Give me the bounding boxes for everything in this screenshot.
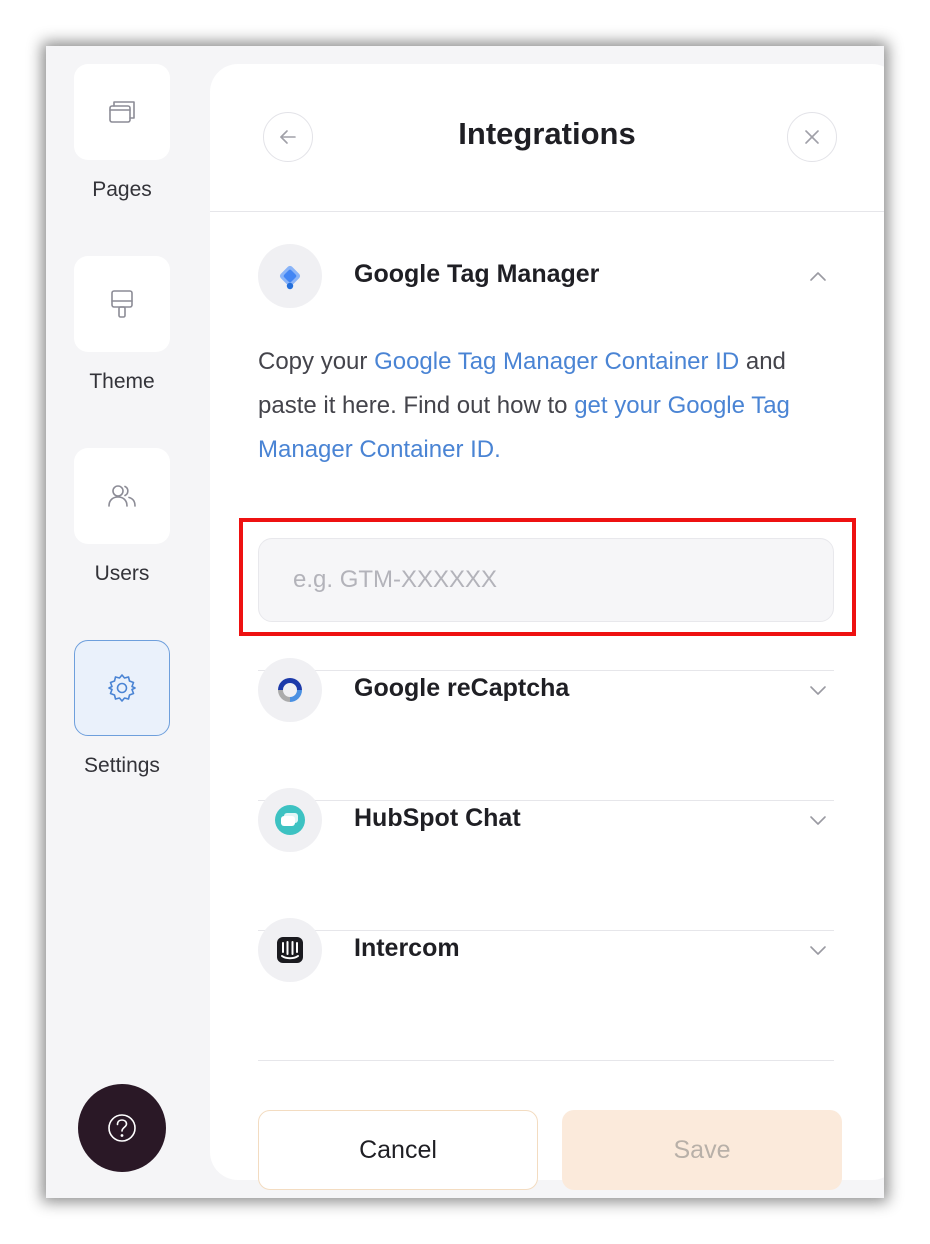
google-tag-manager-icon [279, 265, 301, 290]
integration-hubspot-chat[interactable]: HubSpot Chat [258, 788, 834, 852]
integration-name: HubSpot Chat [354, 804, 521, 832]
save-button[interactable]: Save [562, 1110, 842, 1190]
close-icon [805, 130, 819, 144]
gtm-container-id-input[interactable] [258, 538, 834, 622]
sidebar-item-theme[interactable]: Theme [74, 256, 170, 393]
gear-icon [108, 674, 136, 702]
gtm-description: Copy your Google Tag Manager Container I… [258, 340, 838, 472]
sidebar-item-pages[interactable]: Pages [74, 64, 170, 201]
google-tag-manager-logo [258, 244, 322, 308]
question-circle-icon [108, 1114, 136, 1142]
sidebar-label-pages: Pages [92, 178, 152, 201]
gtm-container-id-link[interactable]: Google Tag Manager Container ID [374, 348, 739, 375]
pages-icon [109, 101, 135, 123]
page-title: Integrations [458, 116, 636, 151]
sidebar-tile-users[interactable] [74, 448, 170, 544]
chevron-down-icon[interactable] [806, 938, 830, 962]
hubspot-chat-logo [258, 788, 322, 852]
sidebar-label-users: Users [94, 562, 150, 585]
sidebar-tile-theme[interactable] [74, 256, 170, 352]
intercom-logo [258, 918, 322, 982]
help-button[interactable] [78, 1084, 166, 1172]
gtm-desc-text-1: Copy your [258, 348, 375, 375]
app-window: Pages Theme Users Settings Integrations … [46, 46, 884, 1198]
panel-header: Integrations [210, 64, 884, 212]
close-button[interactable] [787, 112, 837, 162]
integration-google-tag-manager[interactable]: Google Tag Manager [258, 244, 834, 308]
users-icon [108, 485, 136, 507]
google-recaptcha-logo [258, 658, 322, 722]
cancel-button[interactable]: Cancel [258, 1110, 538, 1190]
integrations-panel: Integrations Google Tag Manager Copy you… [210, 64, 884, 1190]
sidebar-label-settings: Settings [84, 754, 160, 777]
sidebar-tile-pages[interactable] [74, 64, 170, 160]
chevron-up-icon[interactable] [806, 264, 830, 288]
chevron-down-icon[interactable] [806, 808, 830, 832]
paint-roller-icon [111, 290, 133, 318]
chevron-down-icon[interactable] [806, 678, 830, 702]
sidebar-item-users[interactable]: Users [74, 448, 170, 585]
intercom-icon [277, 937, 303, 963]
sidebar-label-theme: Theme [89, 370, 155, 393]
integration-google-recaptcha[interactable]: Google reCaptcha [258, 658, 834, 722]
integration-name: Intercom [354, 934, 460, 962]
integration-name: Google Tag Manager [354, 260, 600, 288]
recaptcha-icon [278, 678, 302, 702]
divider [258, 1060, 834, 1061]
integration-intercom[interactable]: Intercom [258, 918, 834, 982]
sidebar-item-settings[interactable]: Settings [74, 640, 170, 777]
integration-name: Google reCaptcha [354, 674, 570, 702]
chat-bubble-icon [275, 805, 305, 835]
sidebar-tile-settings[interactable] [74, 640, 170, 736]
